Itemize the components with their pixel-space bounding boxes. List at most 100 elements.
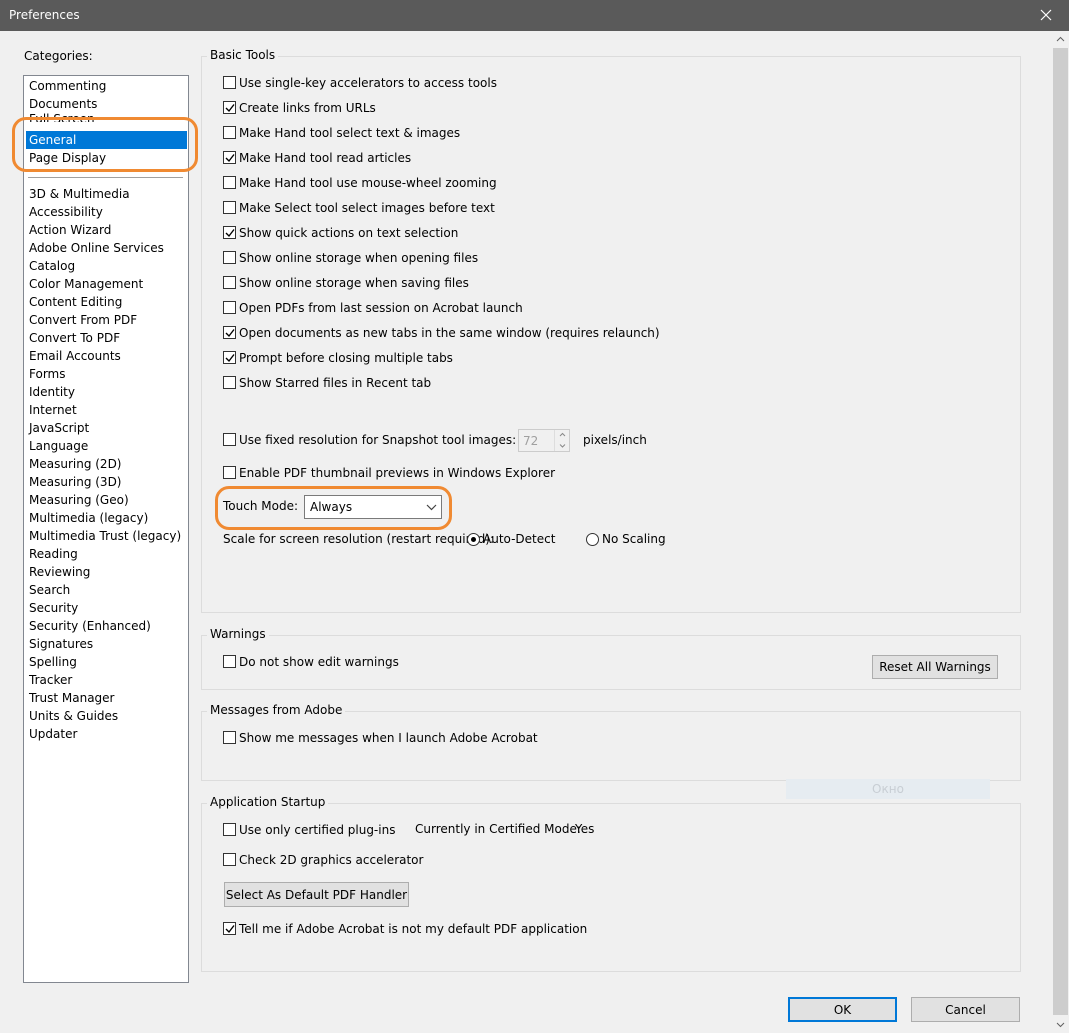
- category-item[interactable]: Convert From PDF: [26, 311, 187, 329]
- checkbox-box[interactable]: [223, 433, 236, 446]
- certified-mode-value: Yes: [575, 822, 595, 836]
- category-item[interactable]: Adobe Online Services: [26, 239, 187, 257]
- category-item-full-screen[interactable]: Full Screen: [26, 113, 187, 122]
- messages-group: [201, 711, 1021, 781]
- chevron-down-icon: [559, 444, 566, 448]
- graphics-accelerator-label: Check 2D graphics accelerator: [239, 853, 424, 867]
- checkbox-box[interactable]: [223, 466, 236, 479]
- checkbox-box[interactable]: [223, 151, 236, 164]
- category-item[interactable]: Identity: [26, 383, 187, 401]
- default-pdf-handler-button[interactable]: Select As Default PDF Handler: [224, 882, 409, 907]
- checkbox-box[interactable]: [223, 76, 236, 89]
- category-item[interactable]: 3D & Multimedia: [26, 185, 187, 203]
- checkbox-box[interactable]: [223, 126, 236, 139]
- auto-detect-label: Auto-Detect: [483, 532, 556, 546]
- category-item[interactable]: Multimedia (legacy): [26, 509, 187, 527]
- chevron-down-icon: [426, 504, 437, 511]
- category-item[interactable]: Action Wizard: [26, 221, 187, 239]
- category-item[interactable]: Security (Enhanced): [26, 617, 187, 635]
- category-item[interactable]: Content Editing: [26, 293, 187, 311]
- category-item[interactable]: Convert To PDF: [26, 329, 187, 347]
- category-item[interactable]: Reviewing: [26, 563, 187, 581]
- category-item[interactable]: Measuring (2D): [26, 455, 187, 473]
- adobe-messages-label: Show me messages when I launch Adobe Acr…: [239, 731, 538, 745]
- basic-tools-title: Basic Tools: [207, 48, 279, 62]
- checkbox-box[interactable]: [223, 823, 236, 836]
- ok-button[interactable]: OK: [788, 997, 897, 1022]
- category-item[interactable]: Signatures: [26, 635, 187, 653]
- checkbox-box[interactable]: [223, 922, 236, 935]
- checkbox-box[interactable]: [223, 101, 236, 114]
- snapshot-resolution-stepper[interactable]: 72: [518, 429, 570, 452]
- category-item-general[interactable]: General: [26, 131, 187, 149]
- list-divider: [28, 177, 183, 178]
- checkbox-box[interactable]: [223, 655, 236, 668]
- category-item-documents[interactable]: Documents: [26, 95, 187, 113]
- category-item[interactable]: Reading: [26, 545, 187, 563]
- category-item[interactable]: Spelling: [26, 653, 187, 671]
- warnings-title: Warnings: [207, 627, 269, 641]
- window-title: Preferences: [9, 8, 80, 22]
- stepper-buttons[interactable]: [554, 430, 569, 451]
- category-item[interactable]: JavaScript: [26, 419, 187, 437]
- messages-title: Messages from Adobe: [207, 703, 346, 717]
- category-item[interactable]: Measuring (Geo): [26, 491, 187, 509]
- thumbnail-preview-label: Enable PDF thumbnail previews in Windows…: [239, 466, 556, 480]
- checkbox-box[interactable]: [223, 376, 236, 389]
- category-item[interactable]: Color Management: [26, 275, 187, 293]
- category-item[interactable]: Units & Guides: [26, 707, 187, 725]
- no-scaling-radio[interactable]: [586, 533, 599, 546]
- checkbox-box[interactable]: [223, 301, 236, 314]
- category-item-page-display[interactable]: Page Display: [26, 149, 187, 167]
- category-item[interactable]: Language: [26, 437, 187, 455]
- touch-mode-value: Always: [310, 500, 353, 514]
- category-item[interactable]: Forms: [26, 365, 187, 383]
- category-item[interactable]: Accessibility: [26, 203, 187, 221]
- checkbox-box[interactable]: [223, 853, 236, 866]
- reset-warnings-button[interactable]: Reset All Warnings: [872, 655, 998, 679]
- checkbox-box[interactable]: [223, 731, 236, 744]
- categories-list[interactable]: Commenting Documents Full Screen General…: [23, 75, 189, 983]
- scroll-up-icon: [1056, 36, 1065, 42]
- category-item[interactable]: Tracker: [26, 671, 187, 689]
- category-item[interactable]: Email Accounts: [26, 347, 187, 365]
- basic-tool-option-label: Use single-key accelerators to access to…: [239, 76, 497, 90]
- category-item[interactable]: Trust Manager: [26, 689, 187, 707]
- chevron-up-icon: [559, 432, 566, 437]
- checkmark-icon: [225, 354, 235, 363]
- basic-tool-option-label: Make Hand tool read articles: [239, 151, 412, 165]
- startup-title: Application Startup: [207, 795, 329, 809]
- checkbox-box[interactable]: [223, 351, 236, 364]
- basic-tool-option-label: Prompt before closing multiple tabs: [239, 351, 453, 365]
- scale-label: Scale for screen resolution (restart req…: [223, 532, 495, 546]
- category-item-commenting[interactable]: Commenting: [26, 77, 187, 95]
- checkbox-box[interactable]: [223, 201, 236, 214]
- cancel-button[interactable]: Cancel: [911, 997, 1020, 1022]
- checkbox-box[interactable]: [223, 226, 236, 239]
- category-item[interactable]: Catalog: [26, 257, 187, 275]
- basic-tool-option-label: Make Select tool select images before te…: [239, 201, 495, 215]
- category-item[interactable]: Multimedia Trust (legacy): [26, 527, 187, 545]
- no-scaling-label: No Scaling: [602, 532, 666, 546]
- checkbox-box[interactable]: [223, 176, 236, 189]
- category-item[interactable]: Internet: [26, 401, 187, 419]
- snapshot-resolution-label: Use fixed resolution for Snapshot tool i…: [239, 433, 517, 447]
- category-item[interactable]: Updater: [26, 725, 187, 743]
- vertical-scrollbar[interactable]: [1052, 31, 1069, 1033]
- checkbox-box[interactable]: [223, 326, 236, 339]
- close-icon: [1040, 9, 1052, 21]
- category-item[interactable]: Search: [26, 581, 187, 599]
- basic-tool-option-label: Make Hand tool select text & images: [239, 126, 461, 140]
- category-item[interactable]: Security: [26, 599, 187, 617]
- checkbox-box[interactable]: [223, 276, 236, 289]
- scrollbar-thumb[interactable]: [1053, 48, 1068, 1015]
- touch-mode-select[interactable]: Always: [304, 495, 442, 519]
- checkbox-box[interactable]: [223, 251, 236, 264]
- auto-detect-radio[interactable]: [467, 533, 480, 546]
- edit-warnings-label: Do not show edit warnings: [239, 655, 399, 669]
- basic-tool-option-label: Show online storage when opening files: [239, 251, 479, 265]
- checkmark-icon: [225, 229, 235, 238]
- category-item[interactable]: Measuring (3D): [26, 473, 187, 491]
- basic-tool-option-label: Create links from URLs: [239, 101, 376, 115]
- close-button[interactable]: [1023, 0, 1069, 31]
